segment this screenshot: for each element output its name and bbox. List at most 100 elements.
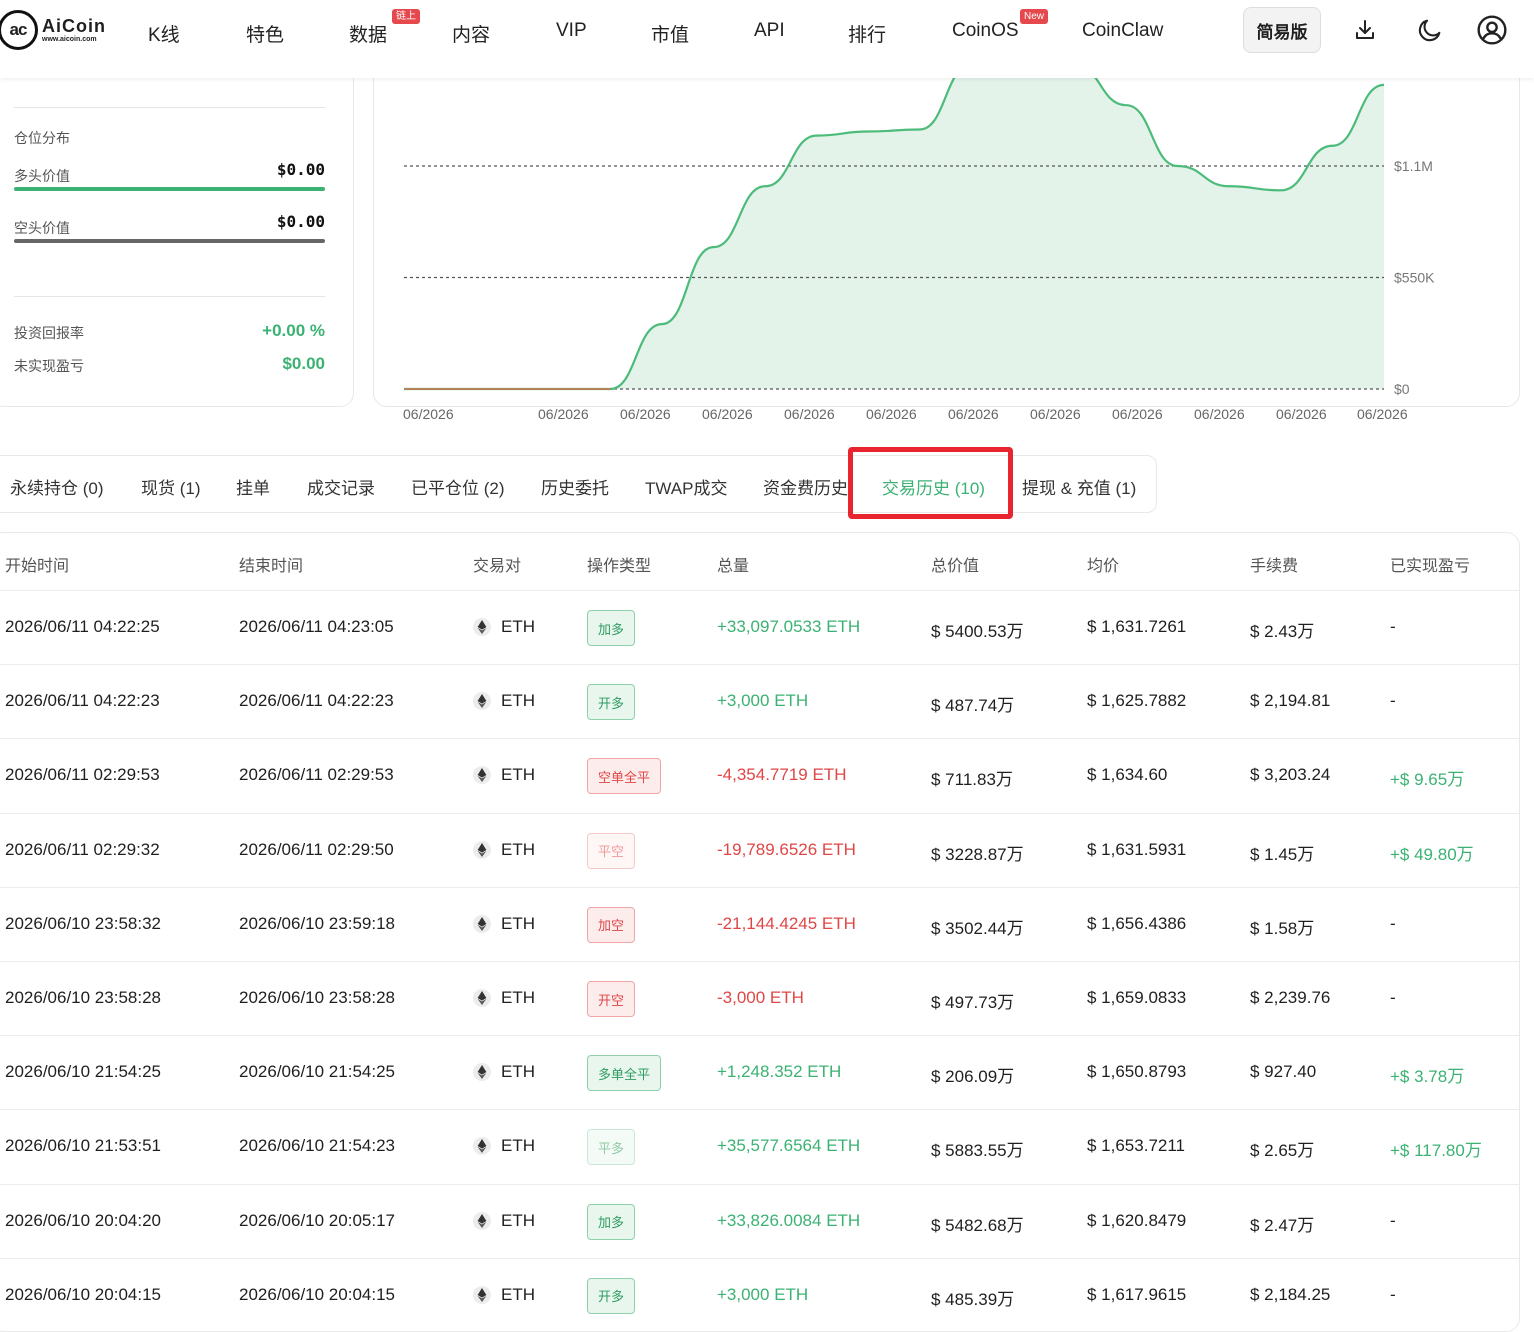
- cell-realized-pnl: -: [1390, 988, 1396, 1007]
- tab-5[interactable]: 历史委托: [541, 474, 609, 499]
- cell-total-value: $ 3502.44万: [931, 918, 1024, 938]
- table-row[interactable]: 2026/06/10 23:58:32 2026/06/10 23:59:18 ET…: [0, 886, 1520, 961]
- tab-6[interactable]: TWAP成交: [645, 474, 727, 499]
- short-value: $0.00: [276, 212, 325, 231]
- cell-end-time: 2026/06/11 04:23:05: [239, 617, 394, 636]
- op-type-badge: 空单全平: [587, 758, 662, 795]
- cell-quantity: -4,354.7719 ETH: [717, 765, 847, 785]
- chart-x-tick-label: 06/2026: [1194, 406, 1245, 422]
- header-start-time[interactable]: 开始时间: [5, 552, 69, 576]
- short-value-label: 空头价值: [14, 220, 70, 236]
- header-end-time[interactable]: 结束时间: [239, 552, 303, 576]
- table-row[interactable]: 2026/06/11 04:22:23 2026/06/11 04:22:23 ET…: [0, 664, 1520, 738]
- header-op-type[interactable]: 操作类型: [587, 552, 651, 576]
- tab-2[interactable]: 挂单: [236, 474, 270, 499]
- cell-quantity: -3,000 ETH: [717, 988, 804, 1007]
- header-fee[interactable]: 手续费: [1250, 552, 1298, 576]
- chart-x-axis: 06/2026 06/2026 06/2026 06/2026 06/2026 06/20…: [0, 406, 1534, 426]
- op-type-badge: 多单全平: [587, 1055, 662, 1092]
- aicoin-logo[interactable]: ac AiCoin www.aicoin.com: [0, 8, 106, 52]
- cell-quantity: +1,248.352 ETH: [717, 1062, 842, 1082]
- pair-symbol: ETH: [501, 1284, 535, 1304]
- table-row[interactable]: 2026/06/11 02:29:53 2026/06/11 02:29:53 ET…: [0, 738, 1520, 812]
- pair-symbol: ETH: [501, 617, 535, 636]
- cell-realized-pnl: +$ 3.78万: [1390, 1067, 1465, 1087]
- nav-features[interactable]: 特色: [246, 20, 284, 47]
- long-value-label: 多头价值: [14, 168, 70, 184]
- table-row[interactable]: 2026/06/11 02:29:32 2026/06/11 02:29:50 ET…: [0, 812, 1520, 887]
- nav-content[interactable]: 内容: [452, 20, 490, 47]
- cell-start-time: 2026/06/10 20:04:20: [5, 1210, 161, 1230]
- cell-end-time: 2026/06/10 23:59:18: [239, 913, 395, 933]
- table-row[interactable]: 2026/06/11 04:22:25 2026/06/11 04:23:05 ET…: [0, 590, 1520, 664]
- tab-1[interactable]: 现货 (1): [141, 474, 201, 499]
- header-total-value[interactable]: 总价值: [931, 552, 979, 576]
- cell-realized-pnl: +$ 9.65万: [1390, 770, 1465, 790]
- cell-fee: $ 3,203.24: [1250, 765, 1331, 785]
- cell-total-value: $ 3228.87万: [931, 844, 1024, 864]
- eth-icon: [473, 692, 491, 711]
- unrealized-pnl-value: $0.00: [282, 354, 325, 373]
- cell-end-time: 2026/06/10 21:54:23: [239, 1136, 395, 1156]
- short-value-bar: [14, 239, 325, 243]
- chart-x-tick-label: 06/2026: [1357, 406, 1408, 422]
- nav-vip[interactable]: VIP: [556, 20, 587, 42]
- cell-avg-price: $ 1,631.7261: [1087, 617, 1187, 636]
- long-value: $0.00: [276, 160, 325, 179]
- tab-3[interactable]: 成交记录: [307, 474, 375, 499]
- nav-api[interactable]: API: [754, 20, 785, 42]
- position-value-chart: $1.1M $550K $0: [373, 40, 1520, 407]
- download-icon[interactable]: [1347, 12, 1383, 48]
- cell-start-time: 2026/06/10 21:54:25: [5, 1062, 161, 1082]
- cell-avg-price: $ 1,620.8479: [1087, 1210, 1187, 1230]
- table-row[interactable]: 2026/06/10 21:54:25 2026/06/10 21:54:25 ET…: [0, 1035, 1520, 1109]
- nav-coinos[interactable]: CoinOS: [952, 20, 1019, 42]
- cell-quantity: -21,144.4245 ETH: [717, 913, 856, 933]
- pair-symbol: ETH: [501, 839, 535, 859]
- table-row[interactable]: 2026/06/10 20:04:20 2026/06/10 20:05:17 ET…: [0, 1183, 1520, 1258]
- pair-symbol: ETH: [501, 1210, 535, 1230]
- cell-realized-pnl: -: [1390, 913, 1396, 933]
- cell-avg-price: $ 1,634.60: [1087, 765, 1168, 785]
- cell-start-time: 2026/06/11 02:29:53: [5, 765, 160, 785]
- cell-total-value: $ 206.09万: [931, 1067, 1015, 1087]
- cell-end-time: 2026/06/10 20:04:15: [239, 1284, 395, 1304]
- nav-coinclaw[interactable]: CoinClaw: [1082, 20, 1163, 42]
- cell-pair: ETH: [473, 840, 535, 860]
- table-row[interactable]: 2026/06/10 21:53:51 2026/06/10 21:54:23 ET…: [0, 1109, 1520, 1183]
- user-icon[interactable]: [1474, 12, 1510, 48]
- cell-pair: ETH: [473, 1062, 535, 1082]
- header-quantity[interactable]: 总量: [717, 552, 749, 576]
- eth-icon: [473, 914, 491, 933]
- simple-mode-button[interactable]: 简易版: [1243, 7, 1321, 53]
- cell-avg-price: $ 1,650.8793: [1087, 1062, 1187, 1082]
- table-row[interactable]: 2026/06/10 23:58:28 2026/06/10 23:58:28 ET…: [0, 961, 1520, 1035]
- header-realized-pnl[interactable]: 已实现盈亏: [1390, 552, 1470, 576]
- cell-pair: ETH: [473, 1136, 535, 1156]
- table-row[interactable]: 2026/06/10 20:04:15 2026/06/10 20:04:15 ET…: [0, 1257, 1520, 1332]
- nav-kline[interactable]: K线: [148, 20, 180, 47]
- logo-url: www.aicoin.com: [42, 36, 97, 43]
- cell-realized-pnl: -: [1390, 1210, 1396, 1230]
- cell-start-time: 2026/06/10 20:04:15: [5, 1284, 161, 1304]
- tab-0[interactable]: 永续持仓 (0): [10, 474, 104, 499]
- cell-start-time: 2026/06/11 02:29:32: [5, 839, 160, 859]
- tab-9[interactable]: 提现 & 充值 (1): [1022, 474, 1136, 499]
- cell-total-value: $ 487.74万: [931, 696, 1015, 716]
- nav-data[interactable]: 数据: [349, 20, 387, 47]
- eth-icon: [473, 618, 491, 636]
- tab-7[interactable]: 资金费历史: [763, 474, 848, 499]
- pair-symbol: ETH: [501, 988, 535, 1007]
- cell-avg-price: $ 1,656.4386: [1087, 913, 1187, 933]
- pair-symbol: ETH: [501, 691, 535, 711]
- cell-fee: $ 1.45万: [1250, 844, 1315, 864]
- moon-icon[interactable]: [1412, 12, 1448, 48]
- eth-icon: [473, 989, 491, 1007]
- header-pair[interactable]: 交易对: [473, 552, 521, 576]
- op-type-badge: 加空: [587, 906, 636, 943]
- nav-ranking[interactable]: 排行: [848, 20, 886, 47]
- cell-end-time: 2026/06/11 04:22:23: [239, 691, 394, 711]
- tab-4[interactable]: 已平仓位 (2): [411, 474, 505, 499]
- nav-market-cap[interactable]: 市值: [651, 20, 689, 47]
- header-avg-price[interactable]: 均价: [1087, 552, 1119, 576]
